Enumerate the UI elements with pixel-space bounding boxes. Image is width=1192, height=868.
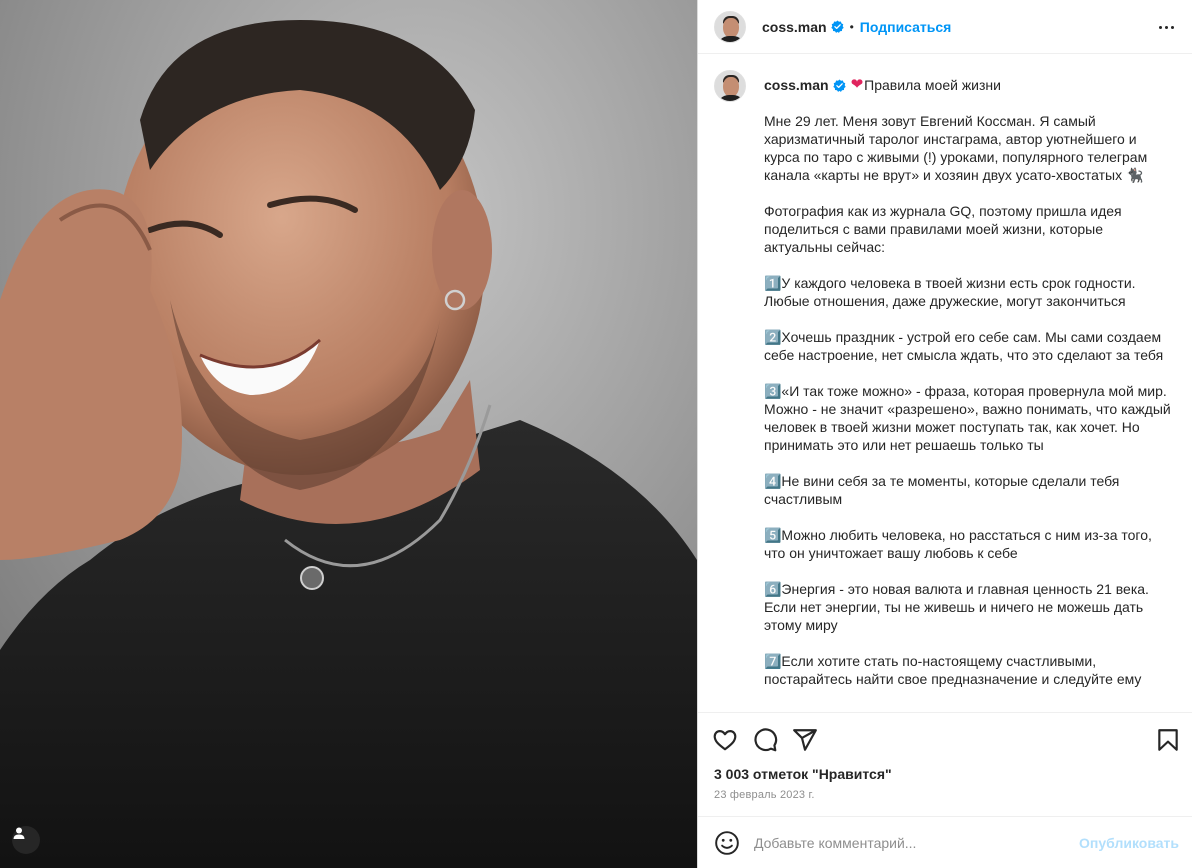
header-username[interactable]: coss.man — [762, 19, 827, 35]
avatar[interactable] — [714, 10, 746, 43]
comment-bar: Опубликовать — [698, 816, 1192, 868]
caption-paragraph: 7️⃣Если хотите стать по-настоящему счаст… — [764, 653, 1142, 687]
post-photo[interactable] — [0, 0, 697, 868]
comment-icon[interactable] — [752, 727, 778, 753]
verified-badge-icon — [832, 78, 846, 92]
post-details-panel: coss.man • Подписаться coss.man ❤ Правил… — [697, 0, 1192, 868]
caption-block: coss.man ❤ Правила моей жизни Мне 29 лет… — [714, 70, 1176, 688]
separator-dot: • — [849, 19, 854, 34]
caption-paragraph: 1️⃣У каждого человека в твоей жизни есть… — [764, 275, 1140, 309]
post-date[interactable]: 23 февраль 2023 г. — [714, 789, 815, 801]
post-photo-portrait — [0, 0, 697, 868]
more-options-icon[interactable] — [1154, 17, 1178, 37]
caption-paragraph: 5️⃣Можно любить человека, но расстаться … — [764, 527, 1156, 561]
caption-username[interactable]: coss.man — [764, 76, 829, 94]
caption-paragraph: 4️⃣Не вини себя за те моменты, которые с… — [764, 473, 1124, 507]
bookmark-icon[interactable] — [1155, 727, 1181, 753]
caption-paragraph: Фотография как из журнала GQ, поэтому пр… — [764, 203, 1126, 255]
caption-paragraph: 2️⃣Хочешь праздник - устрой его себе сам… — [764, 329, 1166, 363]
heart-icon[interactable] — [712, 727, 738, 753]
user-tag-button[interactable] — [12, 826, 40, 854]
paper-plane-icon[interactable] — [792, 727, 818, 753]
caption-avatar[interactable] — [714, 70, 746, 102]
likes-count[interactable]: 3 003 отметок "Нравится" — [714, 766, 892, 782]
caption-paragraph: Мне 29 лет. Меня зовут Евгений Коссман. … — [764, 113, 1152, 183]
user-tag-icon — [13, 827, 25, 839]
caption-paragraph: 6️⃣Энергия - это новая валюта и главная … — [764, 581, 1153, 633]
caption-paragraph: 3️⃣«И так тоже можно» - фраза, которая п… — [764, 383, 1175, 453]
heart-emoji: ❤ — [850, 76, 864, 93]
comment-input[interactable] — [754, 834, 1074, 851]
caption-scroll-area[interactable]: coss.man ❤ Правила моей жизни Мне 29 лет… — [698, 54, 1192, 712]
publish-button[interactable]: Опубликовать — [1079, 835, 1179, 851]
emoji-icon[interactable] — [714, 830, 740, 856]
caption-text: coss.man ❤ Правила моей жизни Мне 29 лет… — [764, 70, 1174, 688]
follow-button[interactable]: Подписаться — [860, 19, 952, 35]
post-actions — [698, 712, 1192, 762]
caption-title: Правила моей жизни — [864, 77, 1001, 93]
post-header: coss.man • Подписаться — [698, 0, 1192, 54]
verified-badge-icon — [830, 20, 844, 33]
